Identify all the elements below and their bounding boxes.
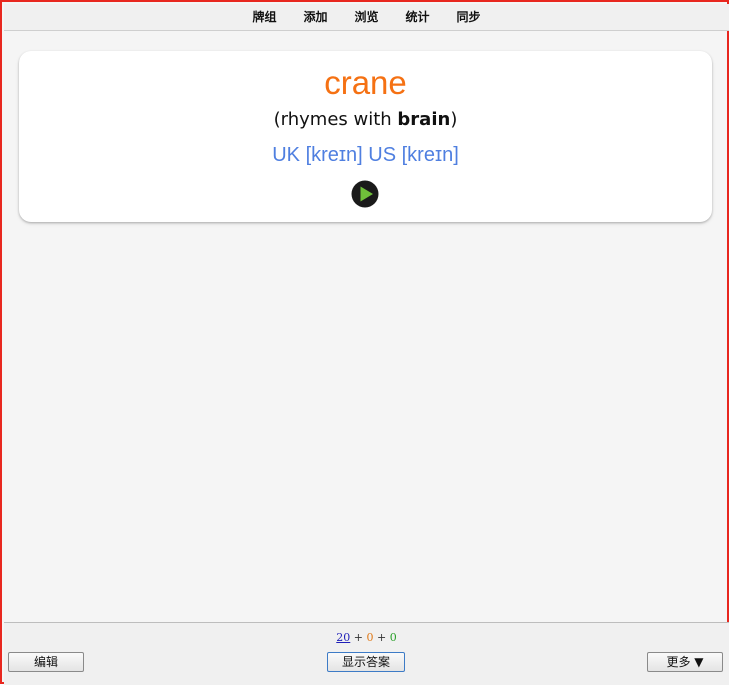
edit-button[interactable]: 编辑 [8, 652, 84, 672]
show-answer-button[interactable]: 显示答案 [327, 652, 405, 672]
play-icon[interactable] [351, 180, 379, 208]
rhymes-prefix: (rhymes with [273, 109, 398, 130]
anki-review-window: 牌组 添加 浏览 统计 同步 crane (rhymes with brain)… [0, 0, 729, 685]
rhymes-suffix: ) [450, 109, 458, 130]
rhymes-word: brain [397, 109, 451, 130]
rhymes-line: (rhymes with brain) [19, 108, 712, 132]
nav-stats[interactable]: 统计 [406, 6, 430, 28]
nav-decks[interactable]: 牌组 [252, 6, 276, 28]
count-separator: + [350, 631, 367, 644]
more-button[interactable]: 更多 ▼ [647, 652, 723, 672]
nav-sync[interactable]: 同步 [457, 6, 481, 28]
review-count: 0 [389, 631, 397, 644]
top-toolbar: 牌组 添加 浏览 统计 同步 [4, 4, 729, 31]
count-separator: + [373, 631, 390, 644]
phonetics: UK [kreɪn] US [kreɪn] [272, 144, 459, 166]
card-word: crane [324, 64, 407, 101]
nav-add[interactable]: 添加 [303, 6, 327, 28]
due-counts: 20 + 0 + 0 [4, 631, 729, 645]
flashcard: crane (rhymes with brain) UK [kreɪn] US … [19, 51, 712, 222]
learn-count: 0 [366, 631, 374, 644]
bottom-bar: 20 + 0 + 0 编辑 显示答案 更多 ▼ [4, 622, 729, 685]
new-count[interactable]: 20 [336, 631, 350, 644]
nav-browse[interactable]: 浏览 [354, 6, 378, 28]
